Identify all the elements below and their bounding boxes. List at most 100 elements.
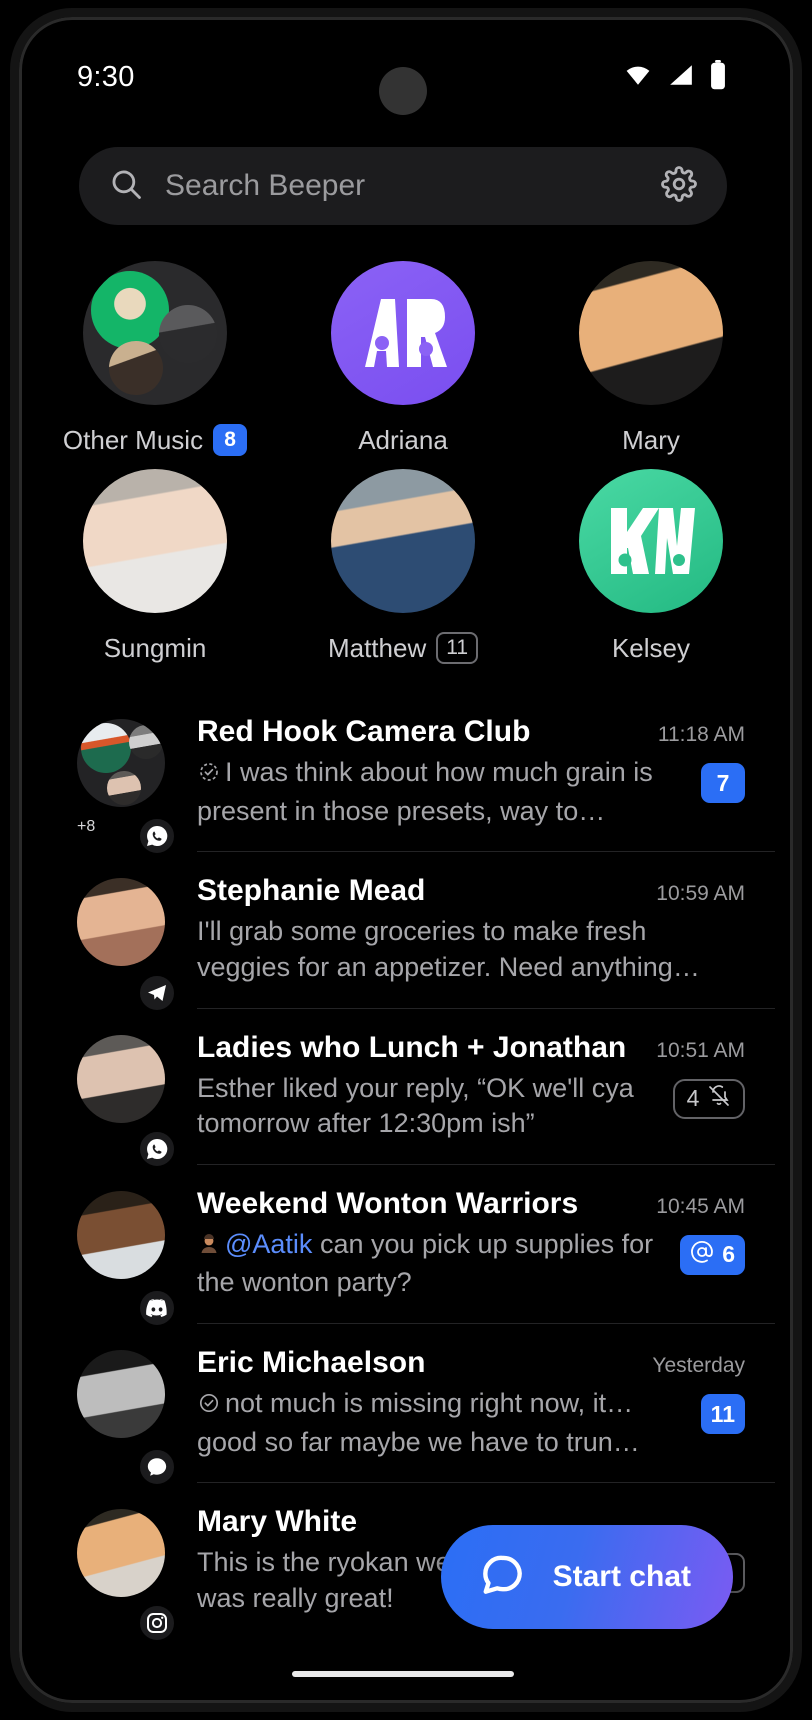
pinned-chat-adriana[interactable]: Adriana [279, 261, 527, 459]
chat-preview: @Aatik can you pick up supplies for the … [197, 1227, 664, 1301]
avatar-overflow-count: +8 [77, 818, 96, 836]
pinned-label-row: Other Music 8 [62, 421, 248, 459]
emoji-person-icon [197, 1230, 221, 1266]
avatar [77, 1034, 165, 1123]
muted-unread-count: 4 [686, 1085, 700, 1111]
chat-timestamp: 10:59 AM [656, 882, 745, 906]
pinned-chat-other-music[interactable]: Other Music 8 [31, 261, 279, 459]
pinned-chat-mary[interactable]: Mary [527, 261, 775, 459]
mention-count: 6 [722, 1241, 735, 1268]
chat-badges: 7 [701, 755, 745, 803]
pinned-label: Other Music [62, 424, 204, 455]
avatar [77, 1190, 165, 1279]
whatsapp-icon [137, 816, 177, 857]
chat-list-item-weekend-wonton-warriors[interactable]: Weekend Wonton Warriors 10:45 AM @Aatik … [31, 1165, 775, 1328]
ar-logo-icon [331, 261, 475, 405]
chat-bubble-icon [477, 1550, 527, 1605]
chat-preview: Esther liked your reply, “OK we'll cya t… [197, 1072, 634, 1139]
chat-preview-row: I was think about how much grain is pres… [197, 755, 745, 829]
avatar [579, 469, 723, 613]
chat-title: Mary White [197, 1505, 358, 1539]
chat-content: Red Hook Camera Club 11:18 AM I was thin… [197, 693, 775, 853]
start-chat-button[interactable]: Start chat [440, 1525, 733, 1629]
discord-icon [137, 1288, 177, 1328]
chat-header: Stephanie Mead 10:59 AM [197, 874, 745, 908]
read-receipt-icon [197, 758, 221, 794]
chat-list-item-red-hook-camera-club[interactable]: +8 Red Hook Camera Club 11:18 AM I was t… [31, 693, 775, 857]
chat-preview: not much is missing right now, it… good … [197, 1386, 685, 1460]
mention-unread-badge: 6 [680, 1234, 745, 1275]
search-bar[interactable] [79, 147, 727, 225]
signal-icon [137, 1447, 177, 1488]
avatar [579, 261, 723, 405]
chat-header: Eric Michaelson Yesterday [197, 1346, 745, 1380]
pinned-label: Sungmin [103, 632, 207, 663]
pinned-label-row: Kelsey [612, 629, 690, 667]
avatar [331, 469, 475, 613]
avatar-face [91, 271, 169, 349]
start-chat-label: Start chat [552, 1560, 691, 1593]
avatar [83, 469, 227, 613]
chat-header: Weekend Wonton Warriors 10:45 AM [197, 1187, 745, 1221]
chat-list-item-ladies-who-lunch[interactable]: Ladies who Lunch + Jonathan 10:51 AM Est… [31, 1009, 775, 1169]
chat-content: Ladies who Lunch + Jonathan 10:51 AM Est… [197, 1009, 775, 1165]
pinned-label-row: Mary [622, 421, 680, 459]
pinned-label: Kelsey [611, 632, 691, 663]
status-icons [621, 59, 729, 95]
unread-badge: 11 [700, 1394, 745, 1434]
avatar-face [129, 725, 163, 759]
pinned-label-row: Matthew 11 [327, 629, 479, 667]
chat-title: Weekend Wonton Warriors [197, 1186, 579, 1220]
chat-list: +8 Red Hook Camera Club 11:18 AM I was t… [31, 693, 775, 1643]
pinned-label-row: Adriana [358, 421, 448, 459]
unread-badge: 11 [436, 632, 479, 664]
chat-list-item-eric-michaelson[interactable]: Eric Michaelson Yesterday not much is mi… [31, 1324, 775, 1488]
avatar-wrap [77, 1009, 177, 1169]
search-input[interactable] [165, 169, 639, 203]
avatar-face [107, 771, 141, 805]
chat-content: Stephanie Mead 10:59 AM I'll grab some g… [197, 852, 775, 1009]
chat-list-item-stephanie-mead[interactable]: Stephanie Mead 10:59 AM I'll grab some g… [31, 852, 775, 1013]
instagram-icon [137, 1602, 177, 1643]
chat-badges: 6 [680, 1227, 745, 1275]
chat-title: Red Hook Camera Club [197, 715, 531, 748]
whatsapp-icon [137, 1128, 177, 1169]
pinned-chat-kelsey[interactable]: Kelsey [527, 469, 775, 667]
avatar-face [159, 305, 217, 363]
chat-title: Eric Michaelson [197, 1346, 426, 1379]
chat-title: Stephanie Mead [197, 874, 426, 908]
pinned-label: Adriana [358, 424, 448, 455]
chat-preview-row: I'll grab some groceries to make fresh v… [197, 914, 745, 985]
avatar-wrap [77, 852, 177, 1013]
pinned-chat-sungmin[interactable]: Sungmin [31, 469, 279, 667]
wifi-icon [621, 62, 655, 93]
chat-preview-text: I was think about how much grain is pres… [197, 757, 653, 826]
chat-content: Eric Michaelson Yesterday not much is mi… [197, 1324, 775, 1484]
chat-timestamp: 10:51 AM [656, 1038, 745, 1062]
phone-screen: 9:30 Search Beeper Other Music 8 Adriana… [31, 29, 775, 1693]
avatar-wrap [77, 1324, 177, 1488]
gear-icon[interactable] [661, 165, 697, 207]
check-circle-icon [197, 1389, 221, 1425]
avatar [77, 878, 165, 967]
chat-preview-row: not much is missing right now, it… good … [197, 1386, 745, 1460]
avatar-face [109, 341, 163, 395]
chat-preview-row: Esther liked your reply, “OK we'll cya t… [197, 1071, 745, 1142]
chat-header: Red Hook Camera Club 11:18 AM [197, 715, 745, 749]
unread-badge: 7 [701, 763, 745, 803]
chat-preview: I was think about how much grain is pres… [197, 755, 685, 829]
chat-title: Ladies who Lunch + Jonathan [197, 1030, 627, 1064]
chat-timestamp: Yesterday [652, 1354, 745, 1377]
avatar-wrap [77, 1483, 177, 1643]
at-icon [690, 1240, 714, 1270]
chat-preview: I'll grab some groceries to make fresh v… [197, 916, 700, 982]
chat-preview-row: @Aatik can you pick up supplies for the … [197, 1227, 745, 1301]
battery-icon [707, 59, 729, 95]
avatar-wrap [77, 1165, 177, 1328]
pinned-chats-grid: Other Music 8 Adriana Mary Sungmin Matth… [31, 261, 775, 667]
avatar-wrap: +8 [77, 693, 177, 857]
pinned-chat-matthew[interactable]: Matthew 11 [279, 469, 527, 667]
pinned-label: Matthew [327, 632, 427, 663]
search-icon [109, 167, 143, 206]
pinned-label-row: Sungmin [104, 629, 207, 667]
